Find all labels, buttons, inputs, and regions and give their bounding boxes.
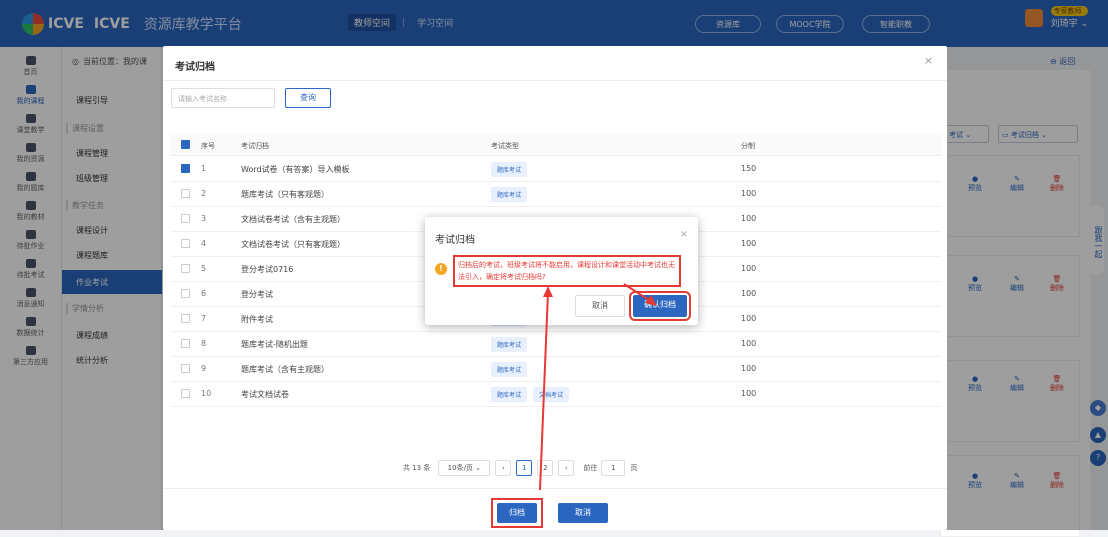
cancel-button[interactable]: 取消 bbox=[558, 503, 608, 523]
confirm-cancel-button[interactable]: 取消 bbox=[575, 295, 625, 317]
row-number: 2 bbox=[201, 189, 207, 198]
score-value: 100 bbox=[741, 339, 757, 348]
goto-page-input[interactable]: 1 bbox=[601, 460, 626, 476]
page-button[interactable]: 2 bbox=[537, 460, 554, 476]
row-checkbox[interactable] bbox=[181, 239, 190, 248]
score-value: 100 bbox=[741, 239, 757, 248]
table-header: 序号 考试归档 考试类型 分制 bbox=[171, 134, 941, 156]
pagination: 共 13 条 10条/页 ⌄ ‹ 1 2 › 前往 1 页 bbox=[403, 460, 637, 476]
exam-name: 题库考试-随机出题 bbox=[241, 340, 308, 349]
divider bbox=[163, 488, 947, 489]
exam-name: 登分考试0716 bbox=[241, 265, 294, 274]
dialog-title: 考试归档 bbox=[175, 62, 215, 73]
exam-type-tag: 题库考试 bbox=[491, 187, 528, 202]
exam-name: Word试卷（有答案）导入模板 bbox=[241, 165, 350, 174]
row-number: 1 bbox=[201, 164, 207, 173]
exam-name: 登分考试 bbox=[241, 290, 273, 299]
table-row[interactable]: 2 题库考试（只有客观题） 题库考试 100 bbox=[171, 182, 941, 207]
warning-icon: ! bbox=[435, 263, 447, 275]
table-row[interactable]: 10 考试文档试卷 题库考试 文档考试 100 bbox=[171, 382, 941, 407]
exam-type-tags: 题库考试 bbox=[491, 337, 533, 352]
score-value: 100 bbox=[741, 389, 757, 398]
row-number: 10 bbox=[201, 389, 212, 398]
close-icon[interactable]: × bbox=[924, 54, 933, 67]
archive-button-highlight bbox=[491, 498, 543, 528]
exam-type-tag: 题库考试 bbox=[491, 162, 528, 177]
row-number: 9 bbox=[201, 364, 207, 373]
row-checkbox[interactable] bbox=[181, 214, 190, 223]
exam-type-tags: 题库考试 bbox=[491, 362, 533, 377]
close-icon[interactable]: × bbox=[680, 229, 688, 240]
exam-type-tag: 题库考试 bbox=[491, 337, 528, 352]
exam-name: 文档试卷考试（含有主观题） bbox=[241, 215, 345, 224]
page-unit: 页 bbox=[630, 464, 638, 472]
row-checkbox[interactable] bbox=[181, 314, 190, 323]
exam-name: 题库考试（含有主观题） bbox=[241, 365, 329, 374]
exam-type-tag: 题库考试 bbox=[491, 362, 528, 377]
page-button[interactable]: 1 bbox=[516, 460, 533, 476]
score-value: 100 bbox=[741, 314, 757, 323]
row-checkbox[interactable] bbox=[181, 339, 190, 348]
query-button[interactable]: 查询 bbox=[285, 88, 331, 108]
column-header: 分制 bbox=[741, 142, 755, 150]
confirm-title: 考试归档 bbox=[435, 235, 475, 246]
goto-label: 前往 bbox=[583, 464, 598, 472]
row-number: 7 bbox=[201, 314, 207, 323]
total-count: 共 13 条 bbox=[403, 464, 431, 472]
exam-type-tags: 题库考试 bbox=[491, 162, 533, 177]
score-value: 100 bbox=[741, 264, 757, 273]
confirm-archive-modal: 考试归档 × ! 归档后的考试，班级考试将不能启用，课程设计和课堂活动中考试也无… bbox=[425, 217, 698, 325]
row-number: 5 bbox=[201, 264, 207, 273]
score-value: 150 bbox=[741, 164, 757, 173]
prev-page-button[interactable]: ‹ bbox=[495, 460, 512, 476]
column-header: 考试类型 bbox=[491, 142, 519, 150]
row-number: 4 bbox=[201, 239, 207, 248]
column-header: 序号 bbox=[201, 142, 215, 150]
exam-name: 考试文档试卷 bbox=[241, 390, 289, 399]
exam-type-tag: 文档考试 bbox=[533, 387, 570, 402]
page-size-select[interactable]: 10条/页 ⌄ bbox=[438, 460, 491, 476]
select-all-checkbox[interactable] bbox=[181, 140, 190, 149]
exam-name: 附件考试 bbox=[241, 315, 273, 324]
score-value: 100 bbox=[741, 214, 757, 223]
table-row[interactable]: 9 题库考试（含有主观题） 题库考试 100 bbox=[171, 357, 941, 382]
next-page-button[interactable]: › bbox=[558, 460, 575, 476]
row-checkbox[interactable] bbox=[181, 389, 190, 398]
table-row[interactable]: 8 题库考试-随机出题 题库考试 100 bbox=[171, 332, 941, 357]
score-value: 100 bbox=[741, 364, 757, 373]
row-checkbox[interactable] bbox=[181, 189, 190, 198]
confirm-archive-button[interactable]: 确认归档 bbox=[629, 291, 691, 321]
exam-name: 题库考试（只有客观题） bbox=[241, 190, 329, 199]
row-checkbox[interactable] bbox=[181, 289, 190, 298]
table-row[interactable]: 1 Word试卷（有答案）导入模板 题库考试 150 bbox=[171, 157, 941, 182]
exam-search-input[interactable]: 请输入考试名称 bbox=[171, 88, 275, 108]
score-value: 100 bbox=[741, 189, 757, 198]
exam-type-tags: 题库考试 bbox=[491, 187, 533, 202]
exam-type-tags: 题库考试 文档考试 bbox=[491, 387, 575, 402]
exam-type-tag: 题库考试 bbox=[491, 387, 528, 402]
page-size-value: 10条/页 bbox=[447, 464, 473, 472]
row-number: 8 bbox=[201, 339, 207, 348]
row-checkbox[interactable] bbox=[181, 264, 190, 273]
row-number: 6 bbox=[201, 289, 207, 298]
exam-name: 文档试卷考试（只有客观题） bbox=[241, 240, 345, 249]
row-checkbox[interactable] bbox=[181, 364, 190, 373]
column-header: 考试归档 bbox=[241, 142, 269, 150]
confirm-message: 归档后的考试，班级考试将不能启用，课程设计和课堂活动中考试也无法引入，确定将考试… bbox=[453, 255, 681, 287]
row-checkbox[interactable] bbox=[181, 164, 190, 173]
score-value: 100 bbox=[741, 289, 757, 298]
divider bbox=[163, 80, 947, 81]
row-number: 3 bbox=[201, 214, 207, 223]
